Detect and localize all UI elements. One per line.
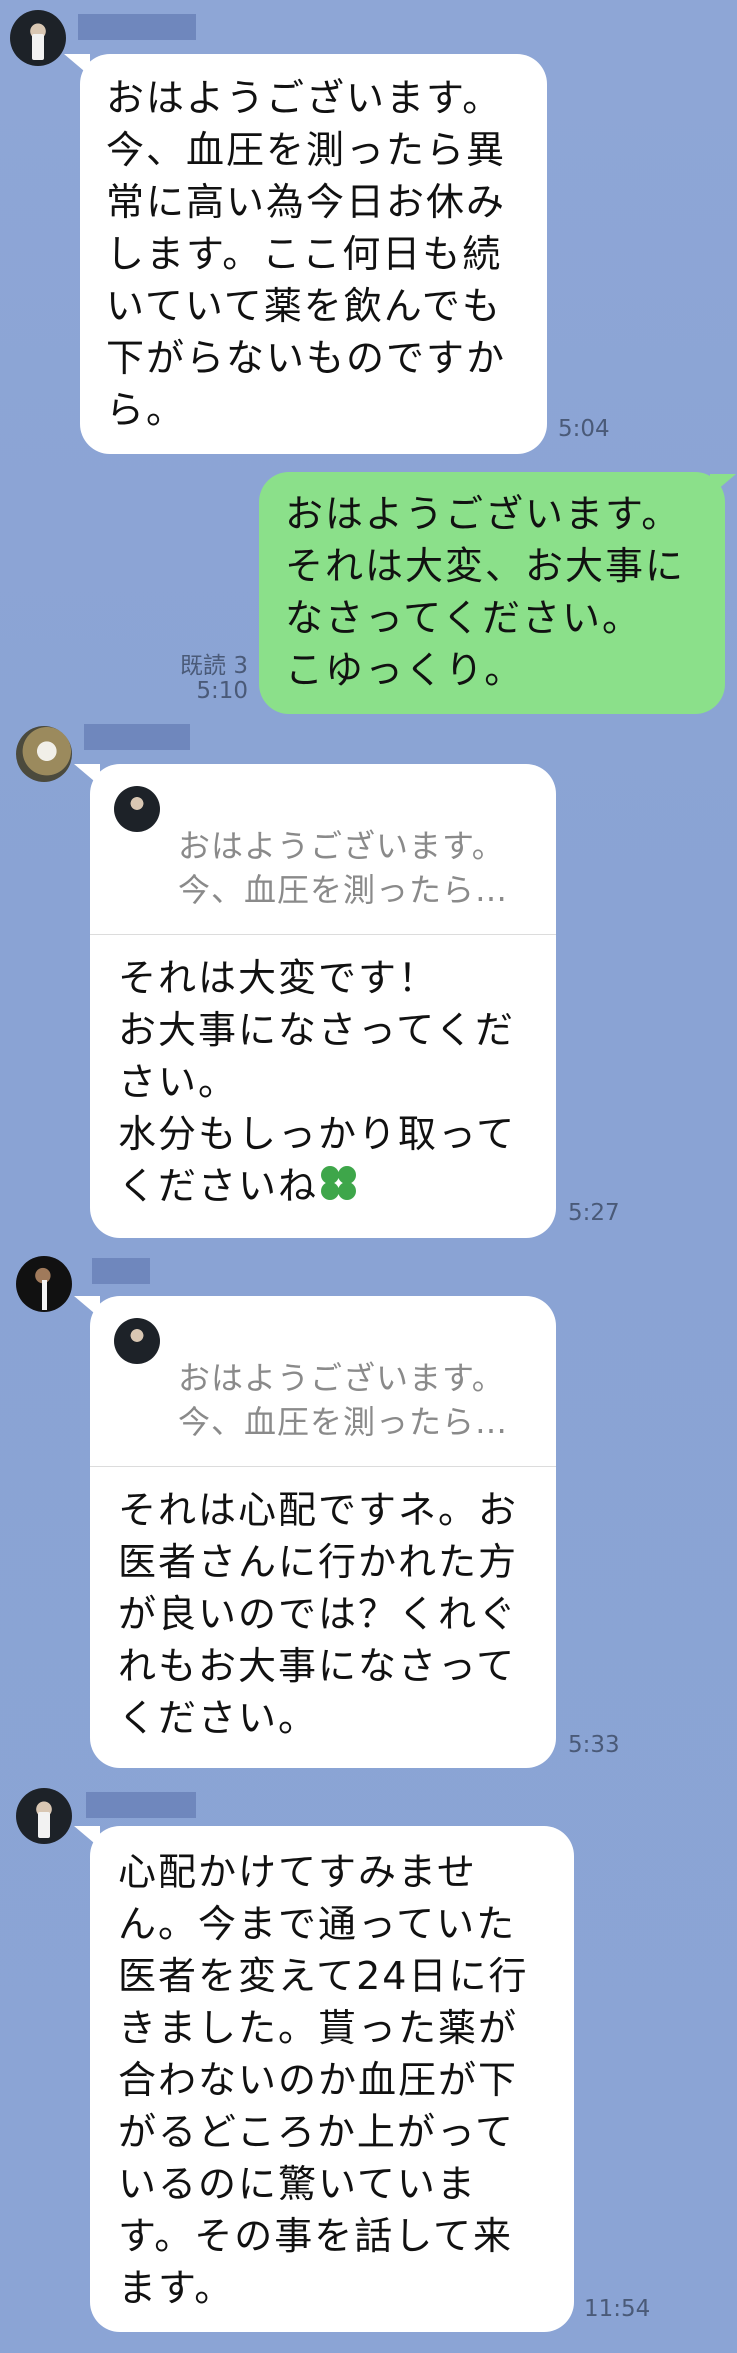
reply-message-bubble[interactable]: おはようございます。 今、血圧を測ったら… それは大変です！ お大事になさってく…	[90, 764, 556, 1238]
quoted-text: おはようございます。 今、血圧を測ったら…	[178, 1359, 509, 1441]
message-text: おはようございます。 今、血圧を測ったら異 常に高い為今日お休み します。ここ何…	[106, 76, 507, 432]
message-text: それは心配ですネ。お 医者さんに行かれた方 が良いのでは？くれぐ れもお大事にな…	[118, 1488, 519, 1740]
sender-avatar[interactable]	[10, 10, 66, 66]
message-time: 11:54	[584, 2296, 651, 2322]
chat-screen: { "messages": [ { "text": "おはようございます。\n今…	[0, 0, 737, 2353]
quoted-text: おはようございます。 今、血圧を測ったら…	[178, 827, 509, 909]
message-time: 5:04	[558, 416, 610, 442]
message-bubble[interactable]: おはようございます。 今、血圧を測ったら異 常に高い為今日お休み します。ここ何…	[80, 54, 547, 454]
sender-name-redacted	[84, 724, 190, 750]
quoted-sender-avatar	[114, 786, 160, 832]
message-text: おはようございます。 それは大変、お大事に なさってください。 こゆっくり。	[285, 492, 686, 692]
quoted-sender-avatar	[114, 1318, 160, 1364]
message-bubble[interactable]: おはようございます。 それは大変、お大事に なさってください。 こゆっくり。	[259, 472, 725, 714]
message-bubble[interactable]: 心配かけてすみませ ん。今まで通っていた 医者を変えて24日に行 きました。貰っ…	[90, 1826, 574, 2332]
read-receipt: 既読 3	[180, 653, 248, 679]
sender-avatar[interactable]	[16, 1256, 72, 1312]
reply-message-bubble[interactable]: おはようございます。 今、血圧を測ったら… それは心配ですネ。お 医者さんに行か…	[90, 1296, 556, 1768]
sender-name-redacted	[78, 14, 196, 40]
message-time: 5:10	[196, 678, 248, 704]
sender-avatar[interactable]	[16, 726, 72, 782]
sender-name-redacted	[92, 1258, 150, 1284]
message-time: 5:27	[568, 1200, 620, 1226]
quoted-message[interactable]: おはようございます。 今、血圧を測ったら…	[90, 764, 556, 935]
message-text: 心配かけてすみませ ん。今まで通っていた 医者を変えて24日に行 きました。貰っ…	[118, 1850, 529, 2310]
sender-name-redacted	[86, 1792, 196, 1818]
message-time: 5:33	[568, 1732, 620, 1758]
quoted-message[interactable]: おはようございます。 今、血圧を測ったら…	[90, 1296, 556, 1467]
sender-avatar[interactable]	[16, 1788, 72, 1844]
four-leaf-clover-icon	[318, 1163, 360, 1205]
